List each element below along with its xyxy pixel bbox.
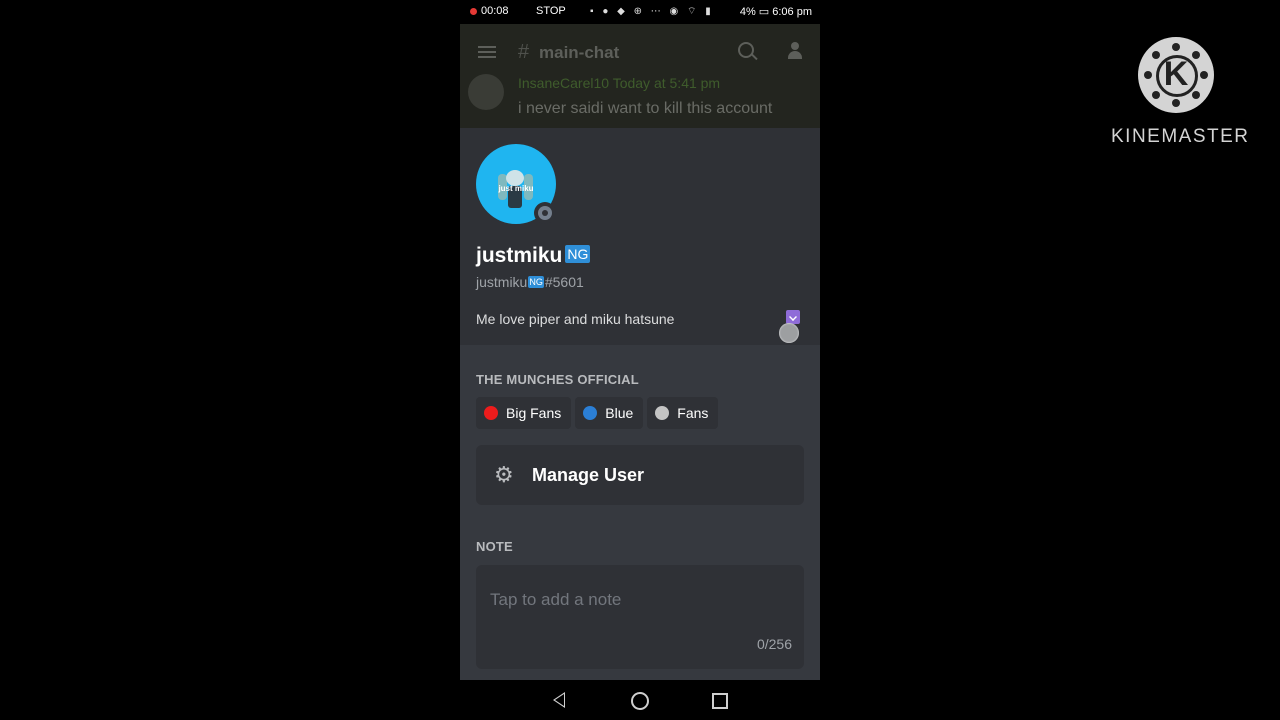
profile-header: just miku justmiku NG justmiku NG #5601 Me …	[460, 128, 820, 345]
channel-hash-icon: #	[518, 41, 530, 63]
members-icon[interactable]	[786, 42, 804, 60]
recent-apps-icon[interactable]	[712, 693, 728, 709]
ng-flag-small-icon: NG	[528, 276, 544, 288]
note-input[interactable]	[488, 589, 792, 611]
phone-screen: 00:08 STOP ▪ ● ◆ ⊕ ⋯ ◉ ⌔ ▮ 4% ▭ 6:06 pm …	[460, 0, 820, 720]
avatar-caption: just miku	[498, 184, 534, 193]
hypesquad-badge-icon[interactable]	[786, 310, 800, 324]
user-discriminator: #5601	[544, 274, 584, 290]
role-list: Big Fans Blue Fans	[476, 397, 719, 429]
chat-header-dimmed: # main-chat InsaneCarel10 Today at 5:41 …	[460, 24, 820, 128]
status-bar: 00:08 STOP ▪ ● ◆ ⊕ ⋯ ◉ ⌔ ▮ 4% ▭ 6:06 pm	[460, 0, 820, 24]
role-color-dot	[583, 406, 598, 420]
note-char-counter: 0/256	[756, 636, 792, 652]
role-fans[interactable]: Fans	[647, 397, 719, 429]
role-label: Big Fans	[506, 405, 562, 421]
search-icon[interactable]	[738, 42, 754, 58]
message-text: i never saidi want to kill this account	[518, 100, 773, 117]
manage-user-button[interactable]: ⚙ Manage User	[476, 445, 804, 505]
android-nav-bar	[460, 680, 820, 720]
kinemaster-letter: K	[1163, 55, 1189, 93]
battery-clock: 4% ▭ 6:06 pm	[739, 6, 812, 18]
menu-icon[interactable]	[478, 46, 496, 58]
display-name: justmiku NG	[476, 244, 591, 268]
ng-flag-icon: NG	[565, 245, 591, 263]
channel-name: main-chat	[539, 43, 620, 62]
message-author: InsaneCarel10 Today at 5:41 pm	[518, 75, 721, 91]
role-label: Blue	[605, 405, 634, 421]
role-blue[interactable]: Blue	[575, 397, 644, 429]
kinemaster-logo-icon: K	[1138, 37, 1214, 113]
message-avatar	[468, 74, 504, 110]
server-name-heading: THE MUNCHES OFFICIAL	[476, 372, 639, 387]
recording-dot-icon	[470, 8, 477, 15]
offline-status-icon	[534, 202, 556, 224]
role-color-dot	[655, 406, 670, 420]
stop-recording-button[interactable]: STOP	[536, 5, 566, 17]
bio-text: Me love piper and miku hatsune	[476, 311, 675, 327]
user-tag-name: justmiku	[476, 274, 528, 290]
touch-indicator	[779, 323, 799, 343]
gear-icon: ⚙	[494, 462, 514, 487]
back-icon[interactable]	[553, 692, 565, 708]
notification-icons: ▪ ● ◆ ⊕ ⋯ ◉ ⌔ ▮	[590, 6, 714, 17]
role-big-fans[interactable]: Big Fans	[476, 397, 572, 429]
recording-time: 00:08	[481, 5, 509, 17]
role-label: Fans	[677, 405, 709, 421]
role-color-dot	[484, 406, 498, 420]
kinemaster-watermark: KINEMASTER	[1111, 126, 1250, 147]
note-heading: NOTE	[476, 539, 513, 554]
profile-details: THE MUNCHES OFFICIAL Big Fans Blue Fans …	[460, 345, 820, 680]
user-tag: justmiku NG #5601	[476, 274, 584, 290]
note-box[interactable]: 0/256	[476, 565, 804, 669]
display-name-text: justmiku	[476, 244, 563, 267]
manage-user-label: Manage User	[532, 465, 645, 485]
home-icon[interactable]	[631, 692, 649, 710]
